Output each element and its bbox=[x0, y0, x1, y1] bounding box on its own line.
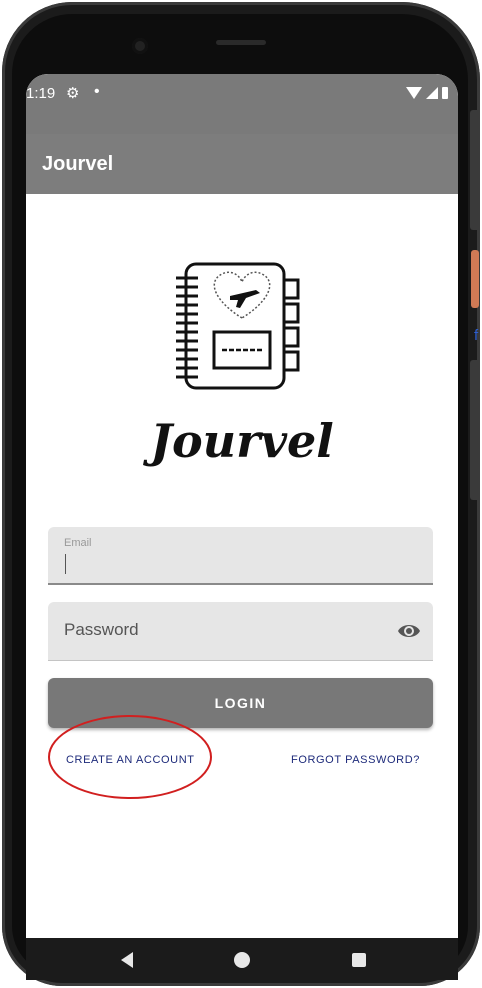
brand-wordmark: Jourvel bbox=[150, 414, 334, 468]
text-caret bbox=[65, 554, 66, 574]
app-screen: 1:19 ⚙ • Jourvel Jourvel Email LOGIN CRE… bbox=[26, 74, 458, 938]
side-label: f bbox=[474, 327, 479, 344]
side-button-bottom bbox=[470, 360, 480, 500]
annotation-ellipse bbox=[48, 715, 212, 799]
home-icon[interactable] bbox=[234, 952, 250, 968]
status-bar: 1:19 ⚙ • bbox=[26, 74, 458, 134]
notification-dot-icon: • bbox=[94, 83, 100, 100]
eye-icon[interactable] bbox=[397, 620, 421, 642]
email-label: Email bbox=[64, 537, 92, 549]
wifi-icon bbox=[406, 87, 422, 99]
status-icons bbox=[406, 87, 448, 99]
app-bar: Jourvel bbox=[26, 134, 458, 194]
front-camera bbox=[132, 38, 148, 54]
password-input[interactable] bbox=[64, 620, 364, 640]
side-button-accent bbox=[471, 250, 479, 308]
app-title: Jourvel bbox=[42, 153, 114, 175]
recents-icon[interactable] bbox=[352, 953, 366, 967]
back-icon[interactable] bbox=[121, 952, 133, 968]
signal-icon bbox=[426, 87, 438, 99]
forgot-password-link[interactable]: FORGOT PASSWORD? bbox=[291, 754, 420, 766]
navigation-bar bbox=[26, 938, 458, 980]
password-field[interactable] bbox=[48, 602, 433, 661]
side-button-top bbox=[470, 110, 480, 230]
status-time: 1:19 bbox=[26, 85, 56, 102]
notebook-airplane-heart-logo bbox=[176, 262, 300, 390]
email-field[interactable]: Email bbox=[48, 527, 433, 585]
battery-icon bbox=[442, 87, 448, 99]
earpiece-speaker bbox=[216, 40, 266, 45]
settings-gear-icon: ⚙ bbox=[66, 85, 80, 102]
